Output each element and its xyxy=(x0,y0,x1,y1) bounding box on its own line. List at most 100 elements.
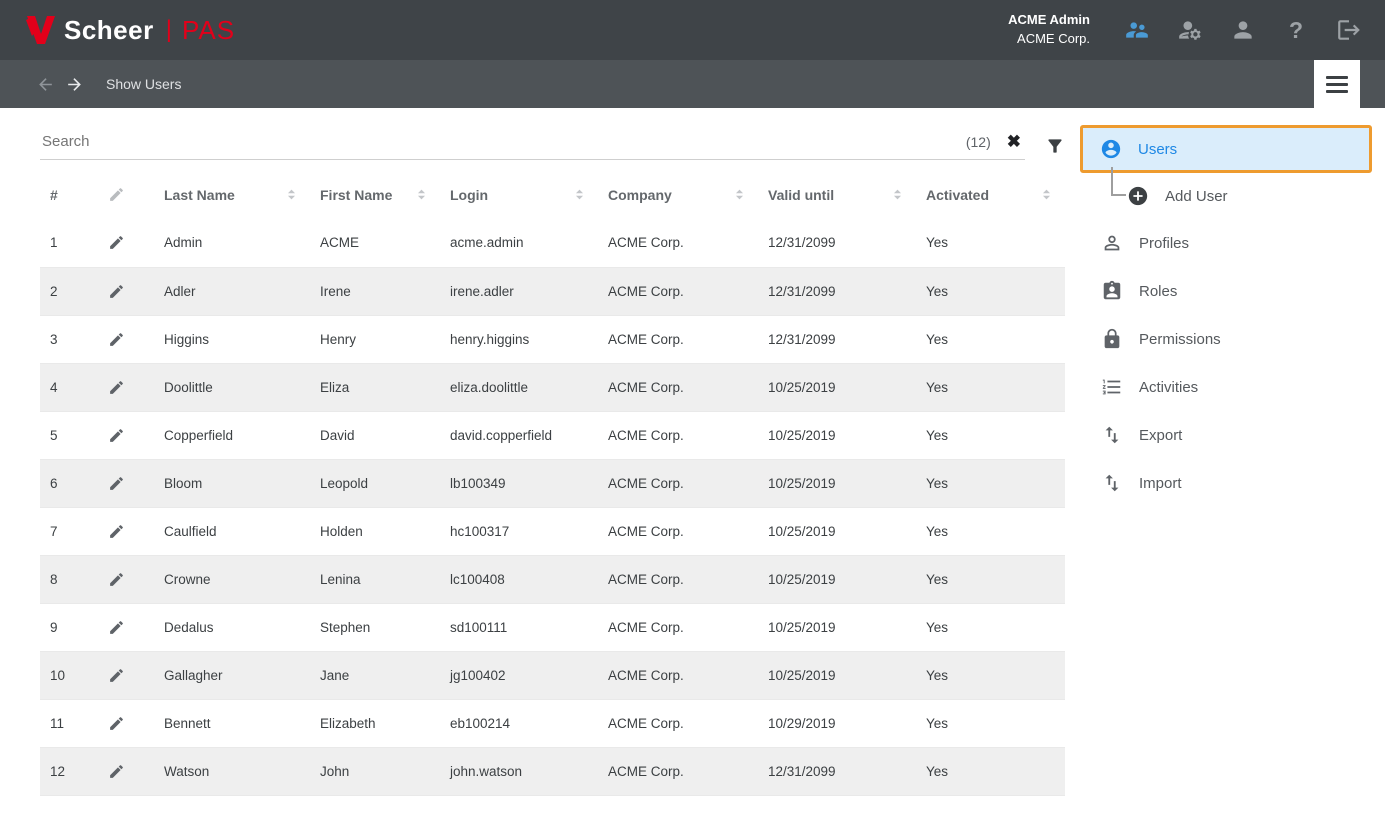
sidebar-item-add-user[interactable]: Add User xyxy=(1065,173,1385,219)
table-row[interactable]: 2 Adler Irene irene.adler ACME Corp. 12/… xyxy=(40,267,1065,315)
sort-icon[interactable] xyxy=(413,186,430,203)
edit-icon[interactable] xyxy=(108,763,144,780)
cell-activated: Yes xyxy=(916,507,1065,555)
col-header-last-name[interactable]: Last Name xyxy=(154,170,310,219)
sort-icon[interactable] xyxy=(283,186,300,203)
table-row[interactable]: 6 Bloom Leopold lb100349 ACME Corp. 10/2… xyxy=(40,459,1065,507)
cell-first-name: Stephen xyxy=(310,603,440,651)
table-row[interactable]: 1 Admin ACME acme.admin ACME Corp. 12/31… xyxy=(40,219,1065,267)
cell-activated: Yes xyxy=(916,315,1065,363)
edit-icon[interactable] xyxy=(108,379,144,396)
cell-valid-until: 10/25/2019 xyxy=(758,555,916,603)
cell-last-name: Caulfield xyxy=(154,507,310,555)
edit-icon[interactable] xyxy=(108,427,144,444)
col-header-activated[interactable]: Activated xyxy=(916,170,1065,219)
cell-valid-until: 10/25/2019 xyxy=(758,507,916,555)
logout-icon[interactable] xyxy=(1335,16,1363,44)
search-row: (12) ✖ xyxy=(40,132,1065,160)
lock-icon xyxy=(1101,328,1123,350)
col-label: Valid until xyxy=(768,187,834,203)
sidebar-item-profiles[interactable]: Profiles xyxy=(1065,219,1385,267)
cell-login: eb100214 xyxy=(440,699,598,747)
row-number: 7 xyxy=(40,507,98,555)
cell-company: ACME Corp. xyxy=(598,555,758,603)
col-header-first-name[interactable]: First Name xyxy=(310,170,440,219)
brand: Scheer | PAS xyxy=(26,14,235,46)
edit-icon[interactable] xyxy=(108,523,144,540)
sort-icon[interactable] xyxy=(889,186,906,203)
filter-icon[interactable] xyxy=(1045,136,1065,160)
cell-company: ACME Corp. xyxy=(598,219,758,267)
manage-accounts-icon[interactable] xyxy=(1176,16,1204,44)
sort-icon[interactable] xyxy=(571,186,588,203)
cell-company: ACME Corp. xyxy=(598,363,758,411)
brand-divider: | xyxy=(166,16,172,44)
cell-valid-until: 12/31/2099 xyxy=(758,219,916,267)
row-edit-cell[interactable] xyxy=(98,699,154,747)
cell-activated: Yes xyxy=(916,555,1065,603)
cell-first-name: Irene xyxy=(310,267,440,315)
help-icon[interactable]: ? xyxy=(1282,16,1310,44)
hamburger-menu-button[interactable] xyxy=(1314,60,1360,108)
row-edit-cell[interactable] xyxy=(98,219,154,267)
sort-icon[interactable] xyxy=(1038,186,1055,203)
sidebar-item-users[interactable]: Users xyxy=(1083,128,1369,170)
sort-icon[interactable] xyxy=(731,186,748,203)
sidebar-item-import[interactable]: Import xyxy=(1065,459,1385,507)
row-edit-cell[interactable] xyxy=(98,651,154,699)
clear-search-icon[interactable]: ✖ xyxy=(1007,133,1021,150)
edit-icon[interactable] xyxy=(108,283,144,300)
edit-icon[interactable] xyxy=(108,619,144,636)
table-row[interactable]: 11 Bennett Elizabeth eb100214 ACME Corp.… xyxy=(40,699,1065,747)
sidebar-item-activities[interactable]: Activities xyxy=(1065,363,1385,411)
row-edit-cell[interactable] xyxy=(98,747,154,795)
table-row[interactable]: 9 Dedalus Stephen sd100111 ACME Corp. 10… xyxy=(40,603,1065,651)
row-number: 3 xyxy=(40,315,98,363)
table-row[interactable]: 10 Gallagher Jane jg100402 ACME Corp. 10… xyxy=(40,651,1065,699)
forward-arrow-icon[interactable] xyxy=(65,75,84,94)
col-header-company[interactable]: Company xyxy=(598,170,758,219)
edit-icon[interactable] xyxy=(108,715,144,732)
cell-first-name: Elizabeth xyxy=(310,699,440,747)
row-number: 9 xyxy=(40,603,98,651)
user-management-icon[interactable] xyxy=(1123,16,1151,44)
edit-icon[interactable] xyxy=(108,331,144,348)
table-row[interactable]: 4 Doolittle Eliza eliza.doolittle ACME C… xyxy=(40,363,1065,411)
sidebar-item-permissions[interactable]: Permissions xyxy=(1065,315,1385,363)
edit-icon[interactable] xyxy=(108,667,144,684)
row-edit-cell[interactable] xyxy=(98,411,154,459)
profile-icon[interactable] xyxy=(1229,16,1257,44)
cell-login: hc100317 xyxy=(440,507,598,555)
row-number: 1 xyxy=(40,219,98,267)
cell-valid-until: 10/25/2019 xyxy=(758,411,916,459)
hamburger-bar xyxy=(1326,76,1348,79)
row-edit-cell[interactable] xyxy=(98,603,154,651)
table-row[interactable]: 5 Copperfield David david.copperfield AC… xyxy=(40,411,1065,459)
table-row[interactable]: 3 Higgins Henry henry.higgins ACME Corp.… xyxy=(40,315,1065,363)
edit-icon[interactable] xyxy=(108,475,144,492)
search-input[interactable] xyxy=(40,132,966,151)
back-arrow-icon[interactable] xyxy=(36,75,55,94)
col-header-login[interactable]: Login xyxy=(440,170,598,219)
row-edit-cell[interactable] xyxy=(98,267,154,315)
row-edit-cell[interactable] xyxy=(98,555,154,603)
cell-last-name: Gallagher xyxy=(154,651,310,699)
table-row[interactable]: 7 Caulfield Holden hc100317 ACME Corp. 1… xyxy=(40,507,1065,555)
table-row[interactable]: 8 Crowne Lenina lc100408 ACME Corp. 10/2… xyxy=(40,555,1065,603)
row-edit-cell[interactable] xyxy=(98,507,154,555)
sidebar-item-label: Permissions xyxy=(1139,331,1221,348)
account-company: ACME Corp. xyxy=(1008,30,1090,49)
page-title: Show Users xyxy=(106,76,181,92)
row-edit-cell[interactable] xyxy=(98,363,154,411)
badge-icon xyxy=(1101,280,1123,302)
row-edit-cell[interactable] xyxy=(98,459,154,507)
row-edit-cell[interactable] xyxy=(98,315,154,363)
cell-activated: Yes xyxy=(916,219,1065,267)
sidebar-item-roles[interactable]: Roles xyxy=(1065,267,1385,315)
col-header-valid-until[interactable]: Valid until xyxy=(758,170,916,219)
edit-icon[interactable] xyxy=(108,571,144,588)
sidebar-item-export[interactable]: Export xyxy=(1065,411,1385,459)
edit-icon[interactable] xyxy=(108,234,144,251)
cell-login: lc100408 xyxy=(440,555,598,603)
table-row[interactable]: 12 Watson John john.watson ACME Corp. 12… xyxy=(40,747,1065,795)
